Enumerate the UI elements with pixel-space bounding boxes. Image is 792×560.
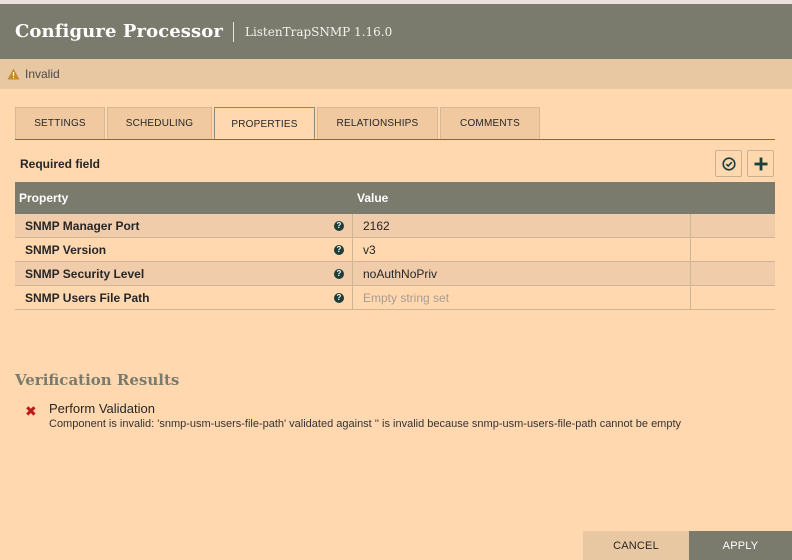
property-name: SNMP Security Level	[25, 266, 145, 281]
warning-icon	[7, 68, 20, 80]
add-property-button[interactable]	[747, 150, 774, 177]
required-field-label: Required field	[20, 157, 101, 171]
tab-scheduling[interactable]: SCHEDULING	[107, 107, 212, 139]
property-name: SNMP Version	[25, 242, 107, 257]
property-value[interactable]: 2162	[353, 214, 691, 237]
tabs-divider	[15, 139, 775, 140]
table-row[interactable]: SNMP Users File Path ? Empty string set	[15, 286, 775, 310]
table-body: SNMP Manager Port ? 2162 SNMP Version ? …	[15, 214, 775, 310]
property-name: SNMP Manager Port	[25, 218, 140, 233]
property-name-cell: SNMP Manager Port ?	[15, 214, 353, 237]
status-bar: Invalid	[0, 59, 792, 89]
tab-comments[interactable]: COMMENTS	[440, 107, 540, 139]
tab-settings[interactable]: SETTINGS	[15, 107, 105, 139]
help-icon[interactable]: ?	[334, 244, 344, 255]
property-column-header: Property	[19, 191, 69, 205]
row-actions-cell	[691, 262, 775, 285]
table-row[interactable]: SNMP Manager Port ? 2162	[15, 214, 775, 238]
row-actions-cell	[691, 238, 775, 261]
property-value[interactable]: v3	[353, 238, 691, 261]
tab-bar: SETTINGS SCHEDULING PROPERTIES RELATIONS…	[15, 107, 542, 140]
property-name-cell: SNMP Version ?	[15, 238, 353, 261]
verify-button[interactable]	[715, 150, 742, 177]
validation-item-title: Perform Validation	[49, 401, 155, 416]
plus-icon	[754, 157, 767, 170]
table-row[interactable]: SNMP Security Level ? noAuthNoPriv	[15, 262, 775, 286]
property-name-cell: SNMP Users File Path ?	[15, 286, 353, 309]
help-icon[interactable]: ?	[334, 220, 344, 231]
property-name: SNMP Users File Path	[25, 290, 150, 305]
help-icon[interactable]: ?	[334, 292, 344, 303]
table-row[interactable]: SNMP Version ? v3	[15, 238, 775, 262]
property-value[interactable]: Empty string set	[353, 286, 691, 309]
help-icon[interactable]: ?	[334, 268, 344, 279]
dialog-title: Configure Processor	[15, 21, 223, 42]
property-name-cell: SNMP Security Level ?	[15, 262, 353, 285]
row-actions-cell	[691, 286, 775, 309]
cancel-button[interactable]: CANCEL	[583, 531, 689, 560]
processor-type: ListenTrapSNMP 1.16.0	[244, 24, 393, 39]
tab-relationships[interactable]: RELATIONSHIPS	[317, 107, 438, 139]
table-header: Property Value	[15, 182, 775, 214]
check-circle-icon	[721, 156, 736, 171]
header-divider	[232, 21, 234, 42]
apply-button[interactable]: APPLY	[689, 531, 792, 560]
property-value[interactable]: noAuthNoPriv	[353, 262, 691, 285]
tab-properties[interactable]: PROPERTIES	[214, 107, 315, 140]
validation-item-message: Component is invalid: 'snmp-usm-users-fi…	[49, 418, 682, 430]
error-x-icon: ✖	[25, 403, 37, 419]
verification-results-title: Verification Results	[15, 371, 180, 389]
dialog-header: Configure Processor ListenTrapSNMP 1.16.…	[0, 4, 792, 59]
value-column-header: Value	[357, 191, 389, 205]
properties-table: Property Value SNMP Manager Port ? 2162 …	[15, 182, 775, 310]
status-text: Invalid	[25, 67, 60, 81]
row-actions-cell	[691, 214, 775, 237]
